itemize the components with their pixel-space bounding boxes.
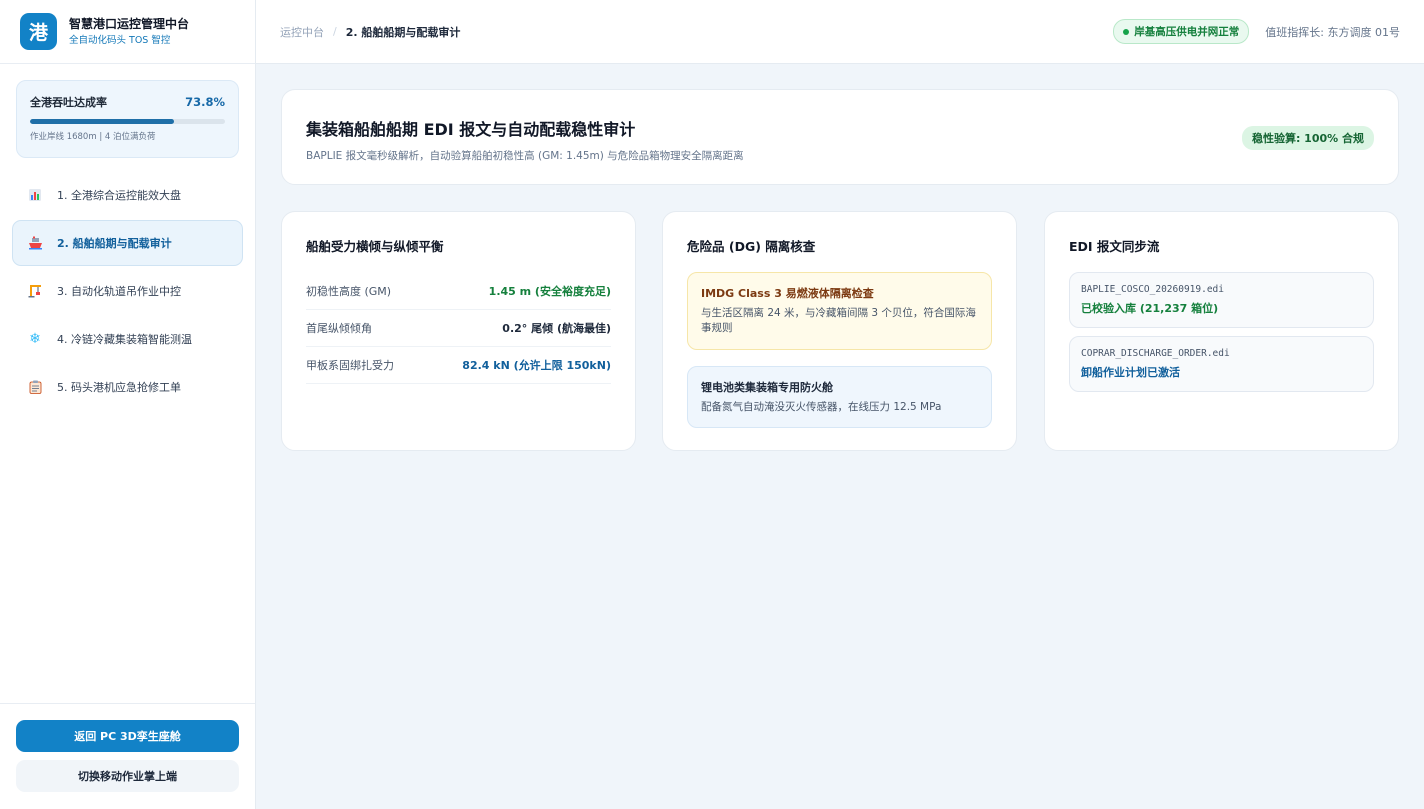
kpi-progress-bar bbox=[30, 119, 225, 124]
crane-icon bbox=[27, 283, 43, 299]
kpi-label: 全港吞吐达成率 bbox=[30, 96, 107, 109]
sidebar-item-crane-control[interactable]: 3. 自动化轨道吊作业中控 bbox=[12, 268, 243, 314]
clipboard-icon bbox=[27, 379, 43, 395]
kpi-progress-fill bbox=[30, 119, 174, 124]
metric-value: 0.2° 尾倾 (航海最佳) bbox=[502, 322, 611, 335]
power-status-badge: 岸基高压供电并网正常 bbox=[1113, 19, 1250, 44]
sidebar-item-label: 2. 船舶船期与配载审计 bbox=[57, 237, 172, 250]
sidebar-item-label: 4. 冷链冷藏集装箱智能测温 bbox=[57, 333, 192, 346]
throughput-kpi-card: 全港吞吐达成率 73.8% 作业岸线 1680m | 4 泊位满负荷 bbox=[16, 80, 239, 158]
sidebar-item-repair-orders[interactable]: 5. 码头港机应急抢修工单 bbox=[12, 364, 243, 410]
dg-warn-desc: 与生活区隔离 24 米，与冷藏箱间隔 3 个贝位，符合国际海事规则 bbox=[701, 307, 976, 334]
kpi-value: 73.8% bbox=[185, 95, 225, 109]
dg-lithium-hold: 锂电池类集装箱专用防火舱 配备氮气自动淹没灭火传感器，在线压力 12.5 MPa bbox=[687, 366, 992, 428]
brand-logo: 港 bbox=[20, 13, 57, 50]
edi-file-name: COPRAR_DISCHARGE_ORDER.edi bbox=[1081, 348, 1230, 359]
sidebar-item-dashboard[interactable]: 1. 全港综合运控能效大盘 bbox=[12, 172, 243, 218]
kpi-note: 作业岸线 1680m | 4 泊位满负荷 bbox=[30, 132, 156, 142]
sidebar-footer: 返回 PC 3D孪生座舱 切换移动作业掌上端 bbox=[0, 703, 255, 809]
compliance-badge: 稳性验算: 100% 合规 bbox=[1241, 126, 1374, 150]
edi-file-status: 卸船作业计划已激活 bbox=[1081, 366, 1180, 379]
dg-info-title: 锂电池类集装箱专用防火舱 bbox=[701, 381, 833, 394]
edi-file-item[interactable]: COPRAR_DISCHARGE_ORDER.edi 卸船作业计划已激活 bbox=[1069, 336, 1374, 392]
breadcrumb-separator: / bbox=[333, 25, 337, 38]
metric-row: 初稳性高度 (GM) 1.45 m (安全裕度充足) bbox=[306, 273, 611, 310]
sidebar-item-vessel-audit[interactable]: 2. 船舶船期与配载审计 bbox=[12, 220, 243, 266]
topbar: 运控中台 / 2. 船舶船期与配载审计 岸基高压供电并网正常 值班指挥长: 东方… bbox=[256, 0, 1424, 64]
dg-flammable-check: IMDG Class 3 易燃液体隔离检查 与生活区隔离 24 米，与冷藏箱间隔… bbox=[687, 272, 992, 350]
header-status-area: 岸基高压供电并网正常 值班指挥长: 东方调度 01号 bbox=[1113, 19, 1400, 44]
sidebar-item-label: 3. 自动化轨道吊作业中控 bbox=[57, 285, 181, 298]
metric-label: 甲板系固绑扎受力 bbox=[306, 359, 394, 372]
power-status-text: 岸基高压供电并网正常 bbox=[1134, 26, 1240, 38]
kpi-row: 全港吞吐达成率 73.8% bbox=[30, 94, 225, 110]
edi-file-status: 已校验入库 (21,237 箱位) bbox=[1081, 302, 1219, 315]
breadcrumb-current: 2. 船舶船期与配载审计 bbox=[345, 25, 461, 39]
sidebar-item-reefer-temp[interactable]: ❄ 4. 冷链冷藏集装箱智能测温 bbox=[12, 316, 243, 362]
page-subtitle: BAPLIE 报文毫秒级解析，自动验算船舶初稳性高 (GM: 1.45m) 与危… bbox=[306, 150, 744, 162]
brand-title: 智慧港口运控管理中台 bbox=[69, 16, 190, 31]
edi-file-item[interactable]: BAPLIE_COSCO_20260919.edi 已校验入库 (21,237 … bbox=[1069, 272, 1374, 328]
metric-row: 首尾纵倾倾角 0.2° 尾倾 (航海最佳) bbox=[306, 310, 611, 347]
dg-card-title: 危险品 (DG) 隔离核查 bbox=[687, 239, 816, 254]
metric-label: 初稳性高度 (GM) bbox=[306, 285, 392, 298]
metric-label: 首尾纵倾倾角 bbox=[306, 322, 372, 335]
stability-card: 船舶受力横倾与纵倾平衡 初稳性高度 (GM) 1.45 m (安全裕度充足) 首… bbox=[281, 211, 636, 451]
stability-card-title: 船舶受力横倾与纵倾平衡 bbox=[306, 239, 444, 254]
return-3d-cockpit-button[interactable]: 返回 PC 3D孪生座舱 bbox=[16, 720, 239, 752]
brand-subtitle: 全自动化码头 TOS 智控 bbox=[69, 34, 171, 46]
metric-value: 82.4 kN (允许上限 150kN) bbox=[462, 359, 611, 372]
sidebar-nav: 1. 全港综合运控能效大盘 2. 船舶船期与配载审计 3. 自动化轨道吊作业中控… bbox=[12, 172, 243, 412]
page-title: 集装箱船舶船期 EDI 报文与自动配载稳性审计 bbox=[306, 120, 636, 139]
sidebar-item-label: 1. 全港综合运控能效大盘 bbox=[57, 189, 181, 202]
metric-value: 1.45 m (安全裕度充足) bbox=[488, 285, 611, 298]
edi-stream-card: EDI 报文同步流 BAPLIE_COSCO_20260919.edi 已校验入… bbox=[1044, 211, 1399, 451]
snowflake-icon: ❄ bbox=[29, 331, 41, 347]
dg-info-desc: 配备氮气自动淹没灭火传感器，在线压力 12.5 MPa bbox=[701, 401, 942, 413]
edi-card-title: EDI 报文同步流 bbox=[1069, 239, 1160, 254]
dg-warn-title: IMDG Class 3 易燃液体隔离检查 bbox=[701, 287, 874, 300]
ship-icon bbox=[27, 235, 43, 251]
breadcrumb-root-link[interactable]: 运控中台 bbox=[280, 24, 324, 40]
edi-file-name: BAPLIE_COSCO_20260919.edi bbox=[1081, 284, 1224, 295]
duty-officer: 值班指挥长: 东方调度 01号 bbox=[1265, 25, 1400, 39]
brand-text: 智慧港口运控管理中台 全自动化码头 TOS 智控 bbox=[69, 16, 189, 48]
status-dot-icon bbox=[1123, 29, 1130, 35]
bar-chart-icon bbox=[27, 187, 43, 203]
switch-mobile-button[interactable]: 切换移动作业掌上端 bbox=[16, 760, 239, 792]
audit-hero-panel: 集装箱船舶船期 EDI 报文与自动配载稳性审计 BAPLIE 报文毫秒级解析，自… bbox=[281, 89, 1399, 185]
breadcrumb: 运控中台 / 2. 船舶船期与配载审计 bbox=[280, 24, 460, 40]
sidebar-item-label: 5. 码头港机应急抢修工单 bbox=[57, 381, 181, 394]
stability-metric-list: 初稳性高度 (GM) 1.45 m (安全裕度充足) 首尾纵倾倾角 0.2° 尾… bbox=[306, 273, 611, 384]
brand: 港 智慧港口运控管理中台 全自动化码头 TOS 智控 bbox=[0, 0, 255, 64]
dg-segregation-card: 危险品 (DG) 隔离核查 IMDG Class 3 易燃液体隔离检查 与生活区… bbox=[662, 211, 1017, 451]
metric-row: 甲板系固绑扎受力 82.4 kN (允许上限 150kN) bbox=[306, 347, 611, 384]
sidebar: 港 智慧港口运控管理中台 全自动化码头 TOS 智控 全港吞吐达成率 73.8%… bbox=[0, 0, 256, 809]
